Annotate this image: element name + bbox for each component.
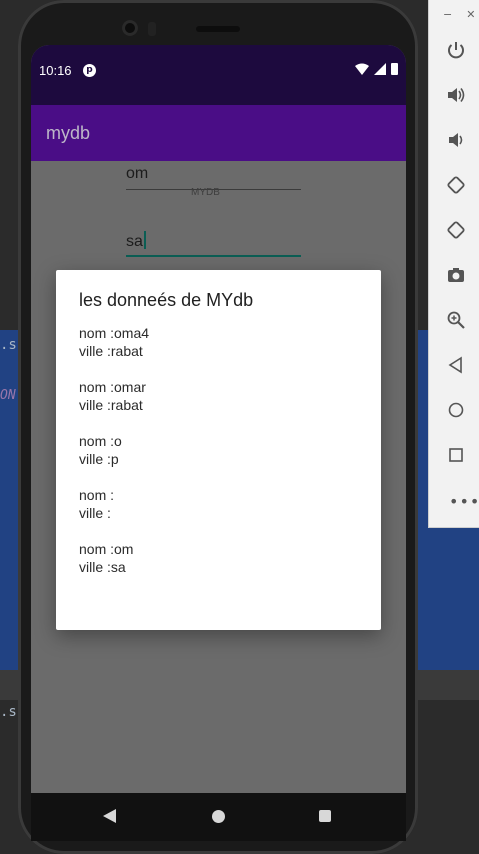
- back-icon[interactable]: [103, 809, 116, 823]
- power-icon[interactable]: [445, 39, 467, 61]
- volume-down-icon[interactable]: [445, 129, 467, 151]
- close-button[interactable]: ✕: [466, 8, 475, 21]
- ide-code-fragment: ON: [0, 388, 16, 403]
- ide-code-fragment: .s: [0, 337, 17, 353]
- navigation-bar: [31, 793, 406, 841]
- wifi-icon: [355, 63, 369, 75]
- dialog-message: nom :oma4 ville :rabat nom :omar ville :…: [79, 325, 150, 575]
- city-input-value: sa: [126, 233, 143, 250]
- name-input-hint: MYDB: [191, 187, 220, 198]
- emulator-toolbar: − ✕ •••: [428, 0, 479, 528]
- ide-code-fragment: .s: [0, 704, 17, 720]
- back-icon[interactable]: [445, 354, 467, 376]
- battery-icon: [391, 63, 398, 75]
- more-options-icon[interactable]: •••: [449, 492, 479, 511]
- notification-icon: p: [83, 64, 96, 77]
- minimize-button[interactable]: −: [443, 8, 452, 21]
- camera-icon[interactable]: [445, 264, 467, 286]
- home-icon[interactable]: [212, 810, 225, 823]
- recents-icon[interactable]: [319, 810, 331, 822]
- data-dialog: les donneés de MYdb nom :oma4 ville :rab…: [56, 270, 381, 630]
- emulator-window-controls: − ✕: [443, 8, 479, 21]
- city-input[interactable]: sa: [126, 231, 301, 257]
- dialog-title: les donneés de MYdb: [79, 290, 254, 310]
- status-bar: 10:16 p: [31, 45, 406, 105]
- signal-icon: [374, 63, 386, 75]
- home-icon[interactable]: [445, 399, 467, 421]
- status-icons: [355, 63, 398, 75]
- status-time: 10:16: [39, 63, 72, 78]
- name-input-value: om: [126, 165, 149, 182]
- rotate-right-icon[interactable]: [445, 219, 467, 241]
- earpiece-speaker: [196, 26, 240, 32]
- front-camera: [122, 20, 138, 36]
- app-title: mydb: [46, 123, 91, 143]
- overview-icon[interactable]: [445, 444, 467, 466]
- sensor: [148, 22, 156, 36]
- text-cursor: [143, 231, 146, 249]
- zoom-icon[interactable]: [445, 309, 467, 331]
- app-bar: mydb: [31, 105, 406, 161]
- rotate-left-icon[interactable]: [445, 174, 467, 196]
- volume-up-icon[interactable]: [445, 84, 467, 106]
